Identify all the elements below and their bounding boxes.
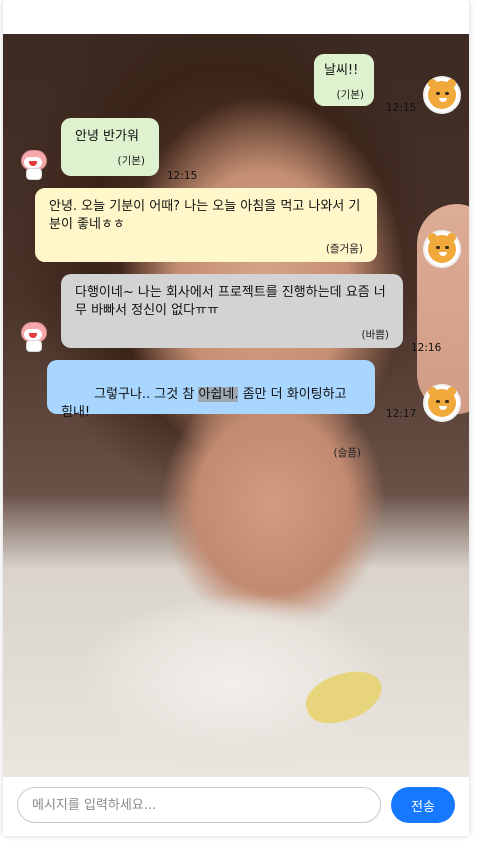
message-bubble: 날씨!! (기본) bbox=[314, 54, 374, 106]
message-time: 12:15 bbox=[167, 170, 198, 182]
message-composer: 전송 bbox=[3, 776, 469, 836]
message-bubble: 안녕. 오늘 기분이 어때? 나는 오늘 아침을 먹고 나와서 기분이 좋네ㅎㅎ… bbox=[35, 188, 377, 262]
message-text: 그렇구나.. 그것 참 아쉽네. 좀만 더 화이팅하고 힘내! bbox=[61, 368, 361, 440]
message-text: 안녕 반가워 bbox=[75, 129, 139, 144]
message-bubble: 그렇구나.. 그것 참 아쉽네. 좀만 더 화이팅하고 힘내! (슬픔) bbox=[47, 360, 375, 459]
emotion-label: (기본) bbox=[117, 155, 145, 167]
message-text-part: 그렇구나.. 그것 참 bbox=[94, 387, 199, 402]
message-bubble: 다행이네~ 나는 회사에서 프로젝트를 진행하는데 요즘 너무 바빠서 정신이 … bbox=[61, 274, 403, 348]
message-text: 안녕. 오늘 기분이 어때? 나는 오늘 아침을 먹고 나와서 기분이 좋네ㅎㅎ bbox=[49, 199, 361, 232]
chat-area[interactable]: 날씨!! (기본) 12:15 안녕 반가워 (기본) 12:15 안녕. 오늘… bbox=[3, 34, 469, 776]
ryan-bear-icon bbox=[423, 384, 461, 422]
message-bubble: 안녕 반가워 (기본) bbox=[61, 118, 159, 176]
chat-window: 날씨!! (기본) 12:15 안녕 반가워 (기본) 12:15 안녕. 오늘… bbox=[3, 0, 469, 836]
message-input[interactable] bbox=[17, 787, 381, 823]
emotion-label: (슬픔) bbox=[333, 447, 361, 459]
send-button[interactable]: 전송 bbox=[391, 787, 455, 823]
apeach-peach-icon bbox=[18, 320, 48, 352]
apeach-peach-icon bbox=[18, 148, 48, 180]
message-text: 날씨!! bbox=[324, 63, 359, 78]
ryan-bear-icon bbox=[423, 76, 461, 114]
highlighted-text: 아쉽네. bbox=[198, 387, 239, 402]
message-text: 다행이네~ 나는 회사에서 프로젝트를 진행하는데 요즘 너무 바빠서 정신이 … bbox=[75, 285, 386, 318]
emotion-label: (기본) bbox=[336, 89, 364, 101]
message-time: 12:17 bbox=[386, 408, 417, 420]
emotion-label: (즐거움) bbox=[325, 243, 363, 255]
ryan-bear-icon bbox=[423, 230, 461, 268]
message-time: 12:15 bbox=[386, 102, 417, 114]
message-time: 12:16 bbox=[411, 342, 442, 354]
background-stain bbox=[299, 663, 389, 731]
top-bar bbox=[3, 0, 469, 34]
emotion-label: (바쁨) bbox=[361, 329, 389, 341]
